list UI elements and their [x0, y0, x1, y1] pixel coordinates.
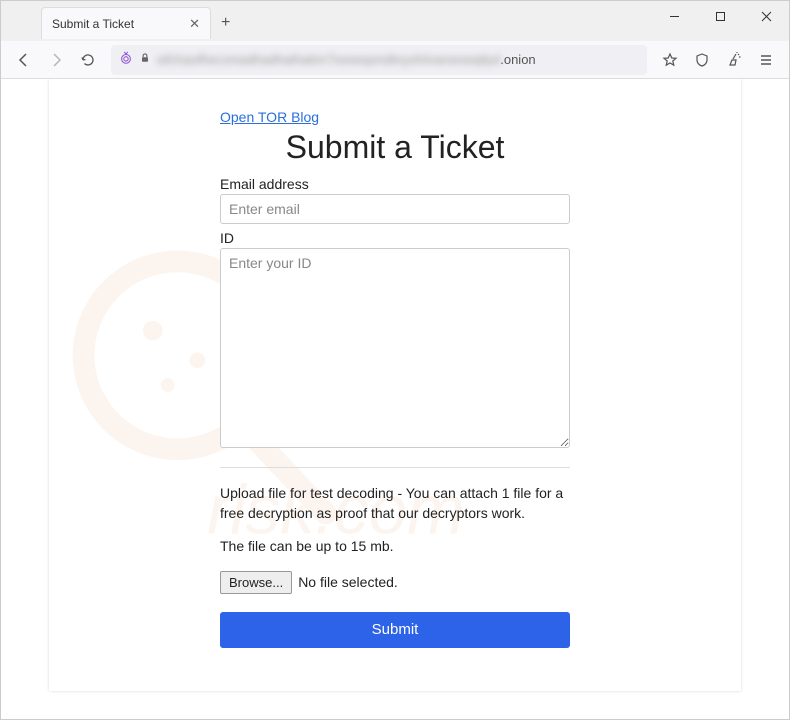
onion-icon [119, 51, 133, 68]
toolbar: wfchaofhecxmadhadhathatim7ixewopmdtnysfv… [1, 41, 789, 79]
upload-instructions: Upload file for test decoding - You can … [220, 484, 570, 523]
lock-icon [139, 52, 151, 67]
titlebar: Submit a Ticket ✕ + [1, 1, 789, 41]
tab-title: Submit a Ticket [52, 17, 187, 31]
close-tab-icon[interactable]: ✕ [187, 16, 202, 32]
viewport: PC risk.com Open TOR Blog Submit a Ticke… [1, 79, 789, 719]
submit-button[interactable]: Submit [220, 612, 570, 648]
browser-window: Submit a Ticket ✕ + [0, 0, 790, 720]
menu-icon[interactable] [751, 45, 781, 75]
minimize-button[interactable] [651, 1, 697, 31]
id-label: ID [220, 230, 570, 246]
close-window-button[interactable] [743, 1, 789, 31]
file-picker-row: Browse... No file selected. [220, 571, 570, 594]
maximize-button[interactable] [697, 1, 743, 31]
browser-tab[interactable]: Submit a Ticket ✕ [41, 7, 211, 39]
email-field[interactable] [220, 194, 570, 224]
bookmark-icon[interactable] [655, 45, 685, 75]
shield-icon[interactable] [687, 45, 717, 75]
back-button[interactable] [9, 45, 39, 75]
window-controls [651, 1, 789, 31]
ticket-form: Open TOR Blog Submit a Ticket Email addr… [220, 109, 570, 648]
id-field[interactable] [220, 248, 570, 448]
file-status-text: No file selected. [298, 574, 398, 590]
broom-icon[interactable] [719, 45, 749, 75]
size-limit-text: The file can be up to 15 mb. [220, 537, 570, 557]
email-label: Email address [220, 176, 570, 192]
reload-button[interactable] [73, 45, 103, 75]
browse-button[interactable]: Browse... [220, 571, 292, 594]
address-bar[interactable]: wfchaofhecxmadhadhathatim7ixewopmdtnysfv… [111, 45, 647, 75]
open-tor-blog-link[interactable]: Open TOR Blog [220, 109, 319, 125]
page-content: PC risk.com Open TOR Blog Submit a Ticke… [49, 79, 741, 691]
separator [220, 467, 570, 468]
url-text: wfchaofhecxmadhadhathatim7ixewopmdtnysfv… [157, 52, 639, 67]
new-tab-button[interactable]: + [211, 14, 240, 32]
page-title: Submit a Ticket [220, 129, 570, 166]
forward-button[interactable] [41, 45, 71, 75]
tab-strip: Submit a Ticket ✕ + [1, 1, 651, 39]
